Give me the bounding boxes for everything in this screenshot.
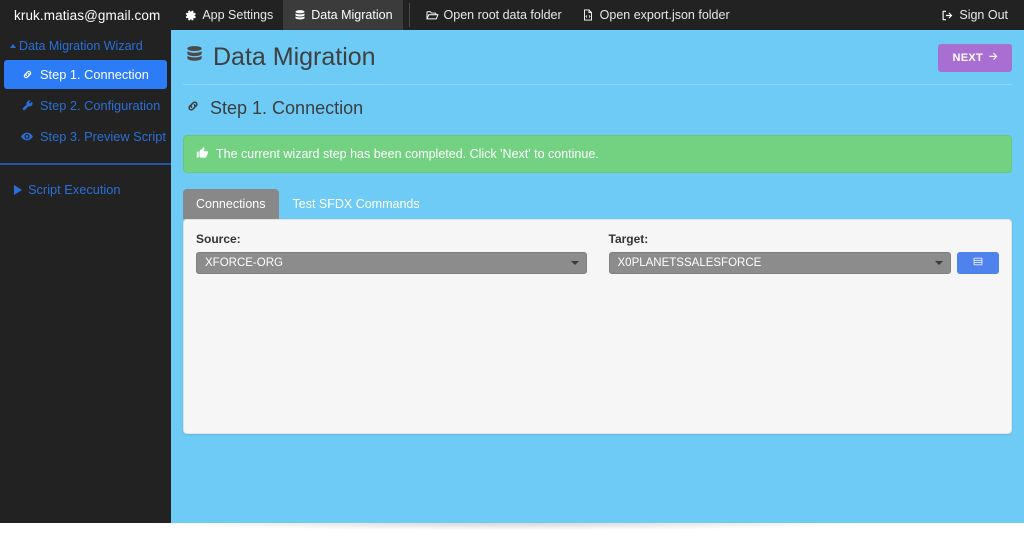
sign-out-icon: [941, 9, 954, 22]
next-button-label: NEXT: [952, 52, 983, 64]
alert-text: The current wizard step has been complet…: [216, 147, 599, 161]
nav-item-label: Open root data folder: [444, 8, 562, 22]
chevron-down-icon: [571, 261, 579, 265]
target-field-group: Target: X0PLANETSSALESFORCE: [609, 232, 1000, 274]
caret-up-icon: [10, 44, 16, 48]
nav-item-label: Open export.json folder: [600, 8, 730, 22]
sidebar-group-label: Data Migration Wizard: [19, 39, 143, 53]
sidebar-divider: [0, 163, 171, 165]
top-navbar: kruk.matias@gmail.com App Settings Data …: [0, 0, 1024, 30]
sidebar: Data Migration Wizard Step 1. Connection…: [0, 30, 171, 523]
account-email: kruk.matias@gmail.com: [0, 0, 174, 30]
arrow-right-icon: [988, 51, 999, 65]
app-window: kruk.matias@gmail.com App Settings Data …: [0, 0, 1024, 537]
target-select-value: X0PLANETSSALESFORCE: [618, 257, 762, 269]
nav-item-label: App Settings: [202, 8, 273, 22]
step-title: Step 1. Connection: [185, 98, 1012, 119]
source-select-value: XFORCE-ORG: [205, 257, 283, 269]
source-label: Source:: [196, 232, 587, 246]
target-label: Target:: [609, 232, 1000, 246]
tab-label: Test SFDX Commands: [293, 197, 420, 211]
sign-out-button[interactable]: Sign Out: [931, 0, 1024, 30]
sidebar-item-label: Step 2. Configuration: [40, 98, 160, 113]
list-view-icon: [972, 255, 984, 270]
play-triangle-icon: [14, 185, 22, 195]
file-code-icon: [582, 9, 595, 22]
target-list-view-button[interactable]: [957, 252, 999, 274]
sidebar-item-script-execution[interactable]: Script Execution: [4, 175, 167, 204]
target-select[interactable]: X0PLANETSSALESFORCE: [609, 252, 952, 274]
connections-panel: Source: XFORCE-ORG Target: X0PLANETSSALE…: [183, 219, 1012, 434]
chevron-down-icon: [935, 261, 943, 265]
status-alert: The current wizard step has been complet…: [183, 135, 1012, 173]
target-row: X0PLANETSSALESFORCE: [609, 252, 1000, 274]
nav-item-data-migration[interactable]: Data Migration: [283, 0, 402, 30]
main-content: Data Migration NEXT Step 1. Connection: [171, 30, 1024, 523]
step-title-text: Step 1. Connection: [210, 98, 363, 119]
sidebar-item-step-3-preview-script[interactable]: Step 3. Preview Script: [4, 122, 167, 151]
sidebar-section-label: Script Execution: [28, 182, 120, 197]
page-header: Data Migration NEXT: [183, 44, 1012, 85]
tab-bar: Connections Test SFDX Commands: [183, 189, 1024, 219]
sign-out-label: Sign Out: [959, 8, 1008, 22]
thumbs-up-icon: [196, 146, 209, 162]
navbar-spacer: [740, 0, 932, 30]
sidebar-item-label: Step 3. Preview Script: [40, 129, 166, 144]
database-icon: [293, 9, 306, 22]
sidebar-item-step-2-configuration[interactable]: Step 2. Configuration: [4, 91, 167, 120]
database-icon: [185, 44, 204, 72]
source-select[interactable]: XFORCE-ORG: [196, 252, 587, 274]
nav-item-open-root-data-folder[interactable]: Open root data folder: [416, 0, 572, 30]
nav-item-app-settings[interactable]: App Settings: [174, 0, 283, 30]
wrench-icon: [20, 99, 34, 112]
source-field-group: Source: XFORCE-ORG: [196, 232, 587, 274]
tab-test-sfdx-commands[interactable]: Test SFDX Commands: [280, 189, 433, 219]
nav-item-open-export-json-folder[interactable]: Open export.json folder: [572, 0, 740, 30]
sidebar-item-step-1-connection[interactable]: Step 1. Connection: [4, 60, 167, 89]
tab-label: Connections: [196, 197, 266, 211]
gear-icon: [184, 9, 197, 22]
eye-icon: [20, 130, 34, 143]
window-bottom-strip: [0, 523, 1024, 537]
sidebar-item-label: Step 1. Connection: [40, 67, 149, 82]
page-title-text: Data Migration: [213, 44, 376, 72]
nav-divider: [409, 3, 410, 27]
nav-item-label: Data Migration: [311, 8, 392, 22]
connection-fields: Source: XFORCE-ORG Target: X0PLANETSSALE…: [196, 232, 999, 274]
tab-connections[interactable]: Connections: [183, 189, 279, 219]
sidebar-group-data-migration-wizard[interactable]: Data Migration Wizard: [0, 36, 171, 58]
source-row: XFORCE-ORG: [196, 252, 587, 274]
link-icon: [20, 68, 34, 81]
folder-open-icon: [426, 9, 439, 22]
next-button[interactable]: NEXT: [938, 44, 1012, 72]
page-title: Data Migration: [183, 44, 1012, 72]
link-icon: [185, 98, 201, 119]
